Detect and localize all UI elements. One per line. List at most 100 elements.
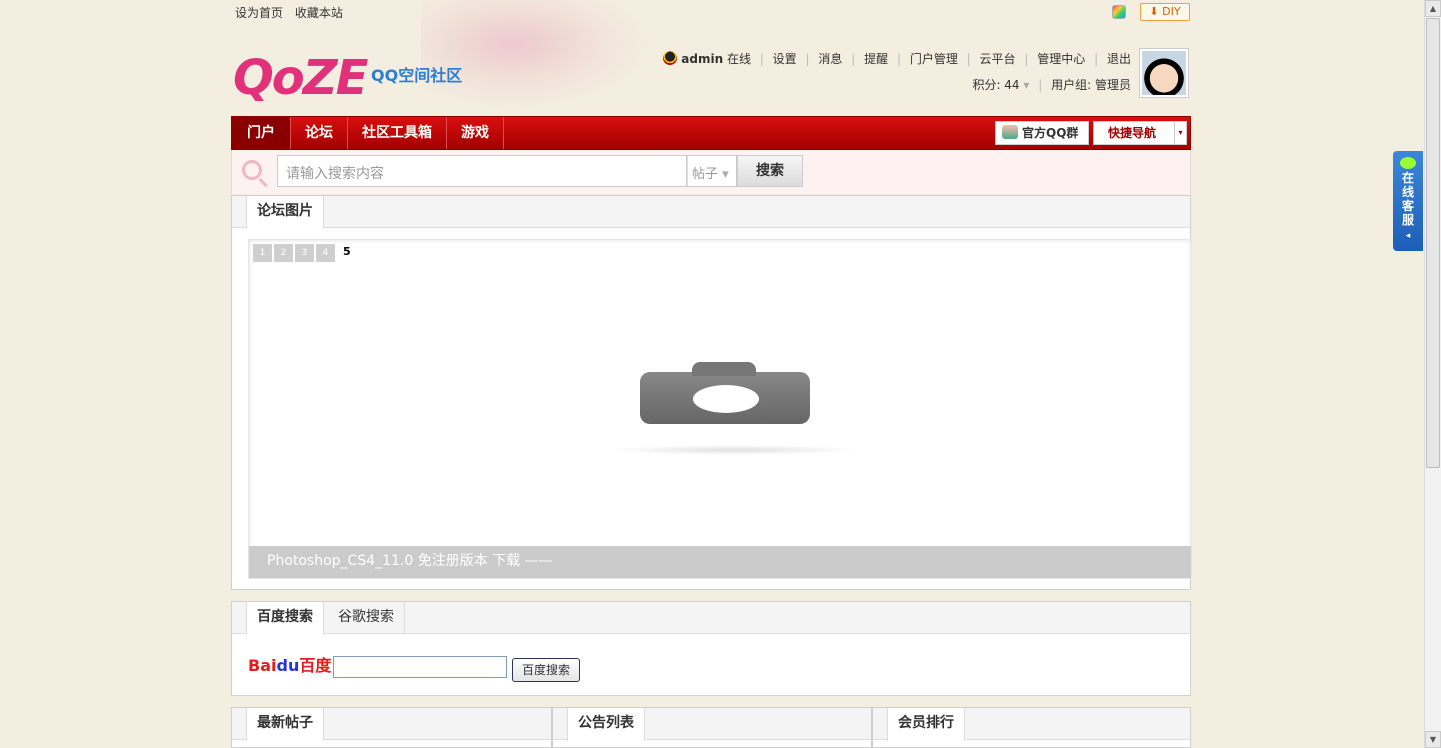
scroll-up-arrow[interactable]: ▲ [1425,0,1441,17]
search-type-select[interactable]: 帖子 ▾ [687,155,737,187]
top-bar: 设为首页 收藏本站 ⬇ DIY [231,0,1191,24]
tab-google-search[interactable]: 谷歌搜索 [328,602,405,635]
vertical-scrollbar[interactable]: ▲ ▼ [1424,0,1441,748]
nav-item-games[interactable]: 游戏 [447,117,504,149]
divider: | [805,52,810,66]
tab-announcements[interactable]: 公告列表 [567,708,645,741]
logo-sub-text: QQ空间社区 [371,66,463,85]
announcements-tabs: 公告列表 [553,708,871,741]
search-button[interactable]: 搜索 [737,155,803,187]
search-bar: 请输入搜索内容 帖子 ▾ 搜索 [231,150,1191,194]
user-links-row: admin 在线 | 设置 | 消息 | 提醒 | 门户管理 | 云平台 | 管… [663,50,1131,67]
qq-group-label: 官方QQ群 [1022,126,1079,140]
tab-baidu-search[interactable]: 百度搜索 [246,602,324,635]
search-engine-tabs: 百度搜索 谷歌搜索 [232,602,1190,635]
admin-center-link[interactable]: 管理中心 [1037,52,1085,66]
main-nav: 门户 论坛 社区工具箱 游戏 官方QQ群 快捷导航 ▾ [231,116,1191,150]
baidu-search-button[interactable]: 百度搜索 [512,658,580,682]
quick-nav-button[interactable]: 快捷导航 ▾ [1093,121,1187,145]
baidu-logo-text: Bai [248,656,277,675]
logo-main-text: QoZE [233,50,368,106]
set-home-link[interactable]: 设为首页 [235,6,283,20]
latest-posts-tabs: 最新帖子 [232,708,551,741]
download-arrow-icon: ⬇ [1149,5,1159,18]
search-icon [242,160,262,180]
pager-current-page[interactable]: 5 [343,245,351,258]
slider-pager: 12345 [253,244,351,262]
camera-shadow [609,445,859,455]
messages-link[interactable]: 消息 [818,52,842,66]
user-info-row: 积分: 44 ▾ | 用户组: 管理员 [663,76,1131,93]
bookmark-link[interactable]: 收藏本站 [295,6,343,20]
paw-icon: du [276,656,300,675]
search-input[interactable]: 请输入搜索内容 [277,155,687,187]
camera-placeholder-icon [640,362,810,424]
slide-caption[interactable]: Photoshop_CS4_11.0 免注册版本 下载 —— [249,546,1191,578]
member-ranking-tabs: 会员排行 [873,708,1190,741]
latest-posts-panel: 最新帖子 [231,707,552,748]
header: QoZE QQ空间社区 admin 在线 | 设置 | 消息 | 提醒 | 门户… [231,0,1191,116]
diy-label: DIY [1162,5,1181,18]
portal-admin-link[interactable]: 门户管理 [910,52,958,66]
divider: | [851,52,856,66]
divider: | [1038,78,1043,92]
nav-item-toolbox[interactable]: 社区工具箱 [348,117,447,149]
qq-penguin-icon [663,51,678,65]
diy-button[interactable]: ⬇ DIY [1140,3,1190,21]
tab-forum-images[interactable]: 论坛图片 [246,196,324,229]
user-group-label: 用户组: 管理员 [1051,78,1131,92]
pager-page-3[interactable]: 3 [295,244,314,262]
collapse-arrow-icon[interactable]: ◂ [1393,229,1423,243]
chevron-down-icon: ▾ [722,167,729,182]
user-bar: admin 在线 | 设置 | 消息 | 提醒 | 门户管理 | 云平台 | 管… [663,50,1131,93]
search-type-value: 帖子 [692,167,719,182]
divider: | [896,52,901,66]
forum-images-tabs: 论坛图片 [232,196,1190,229]
people-icon [1002,125,1018,139]
reminders-link[interactable]: 提醒 [864,52,888,66]
chevron-down-icon[interactable]: ▾ [1174,122,1186,144]
baidu-logo: Baidu百度 [248,652,331,676]
avatar-image [1142,51,1186,95]
search-engine-panel: 百度搜索 谷歌搜索 Baidu百度 百度搜索 [231,601,1191,696]
settings-link[interactable]: 设置 [773,52,797,66]
scroll-thumb[interactable] [1426,18,1440,468]
online-service-label: 在线客服 [1401,171,1414,227]
divider: | [1094,52,1099,66]
chat-bubble-icon [1400,157,1416,169]
announcements-panel: 公告列表 [552,707,872,748]
nav-item-portal[interactable]: 门户 [232,117,291,149]
baidu-search-input[interactable] [333,656,507,678]
top-links: 设为首页 收藏本站 [235,4,351,21]
points-label[interactable]: 积分: 44 [972,78,1019,92]
pager-page-4[interactable]: 4 [316,244,335,262]
pager-page-2[interactable]: 2 [274,244,293,262]
baidu-search-row: Baidu百度 百度搜索 [232,634,1190,694]
scroll-down-arrow[interactable]: ▼ [1425,731,1441,748]
logout-link[interactable]: 退出 [1107,52,1131,66]
qq-group-button[interactable]: 官方QQ群 [995,121,1089,145]
nav-item-forum[interactable]: 论坛 [291,117,348,149]
avatar[interactable] [1139,48,1189,98]
cloud-platform-link[interactable]: 云平台 [980,52,1016,66]
forum-images-panel: 论坛图片 12345 Photoshop_CS4_11.0 免注册版本 下载 —… [231,195,1192,590]
baidu-logo-cn: 百度 [299,656,332,675]
online-service-widget[interactable]: 在线客服 ◂ [1393,151,1423,251]
divider: | [966,52,971,66]
skin-switch-icon[interactable] [1112,5,1126,19]
divider: | [1024,52,1029,66]
quick-nav-label: 快捷导航 [1108,126,1157,140]
divider: | [759,52,764,66]
points-dropdown-icon[interactable]: ▾ [1023,78,1029,92]
bottom-panels: 最新帖子 公告列表 会员排行 [231,707,1191,748]
tab-member-ranking[interactable]: 会员排行 [887,708,965,741]
site-logo[interactable]: QoZE QQ空间社区 [233,50,462,110]
member-ranking-panel: 会员排行 [872,707,1191,748]
username-link[interactable]: admin [681,52,723,66]
tab-latest-posts[interactable]: 最新帖子 [246,708,324,741]
peony-banner-art [421,0,651,110]
image-slider[interactable]: 12345 Photoshop_CS4_11.0 免注册版本 下载 —— [248,239,1192,579]
page-wrapper: 设为首页 收藏本站 ⬇ DIY QoZE QQ空间社区 admin 在线 | 设… [231,0,1192,748]
online-status: 在线 [726,52,751,66]
pager-page-1[interactable]: 1 [253,244,272,262]
